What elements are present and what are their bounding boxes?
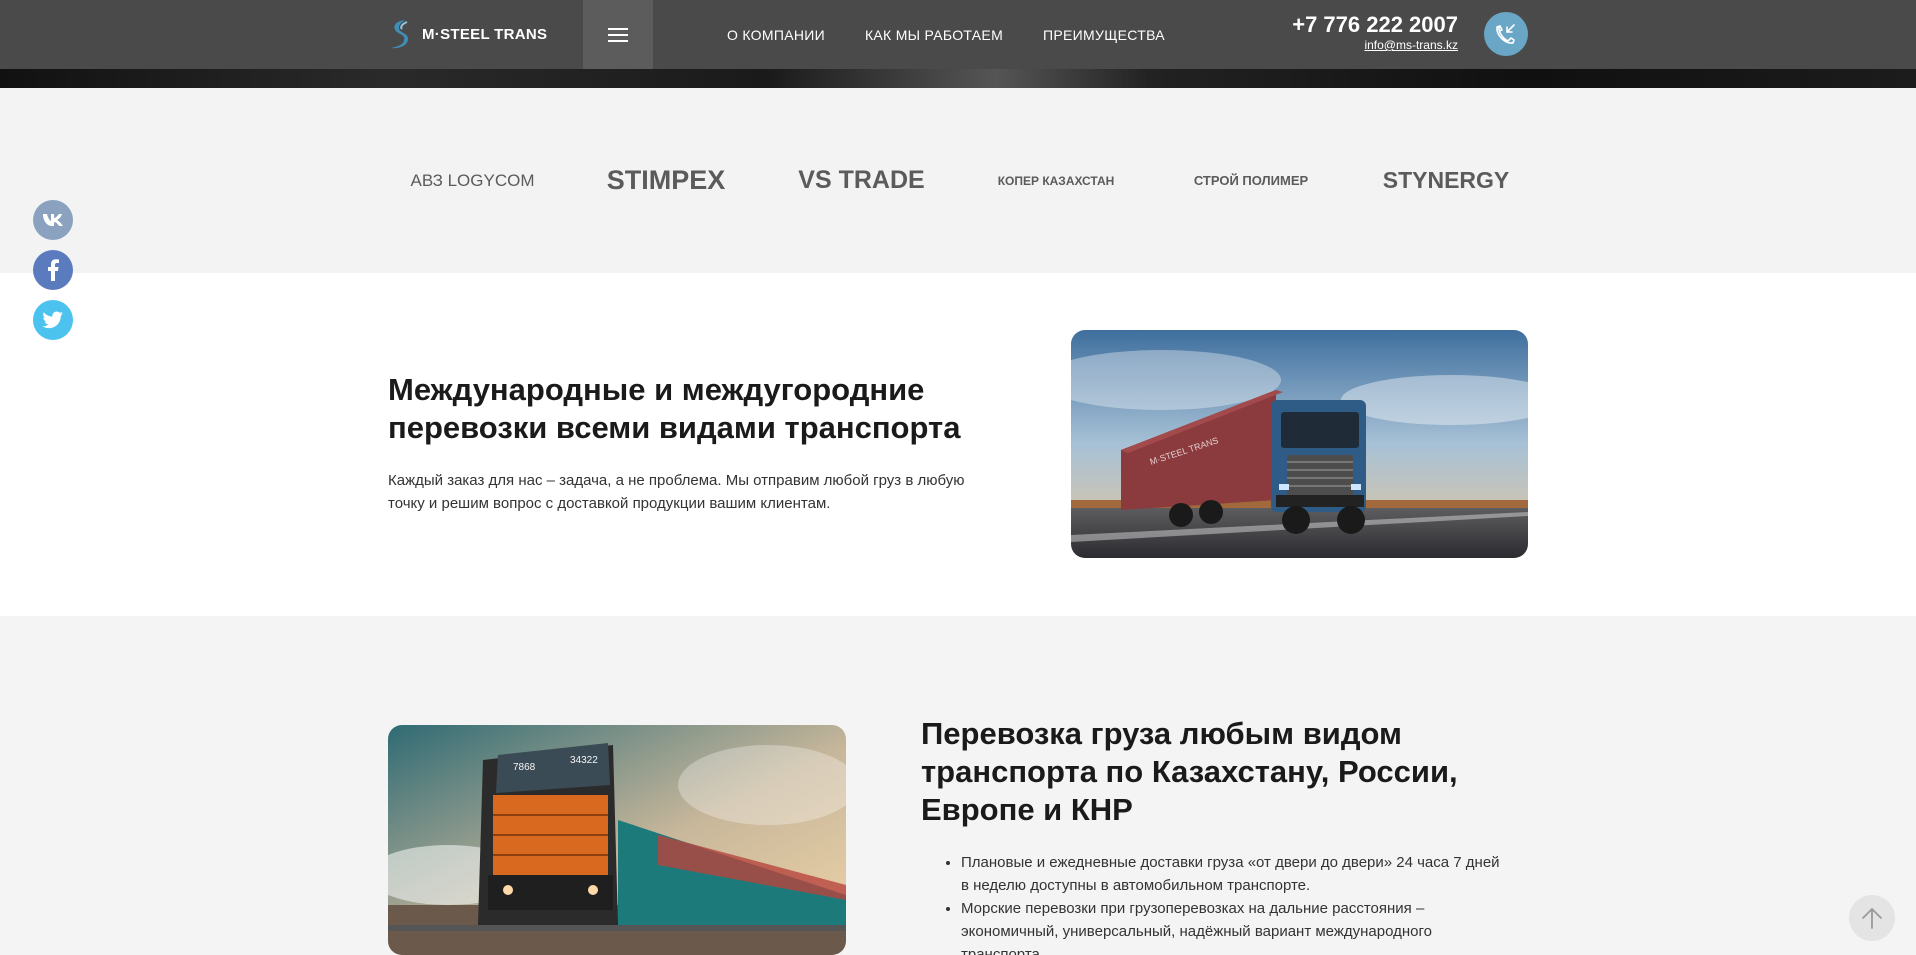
nav-item-about[interactable]: О КОМПАНИИ bbox=[727, 27, 825, 43]
email-link[interactable]: info@ms-trans.kz bbox=[1292, 37, 1458, 53]
partner-logo: VS TRADE bbox=[798, 166, 925, 194]
section-title: Международные и междугородние перевозки … bbox=[388, 372, 961, 445]
nav-item-how-we-work[interactable]: КАК МЫ РАБОТАЕМ bbox=[865, 27, 1003, 43]
site-header: M·STEEL TRANS О КОМПАНИИ КАК МЫ РАБОТАЕМ… bbox=[0, 0, 1916, 69]
phone-callback-icon[interactable] bbox=[1484, 12, 1528, 56]
section-text: Каждый заказ для нас – задача, а не проб… bbox=[388, 472, 965, 512]
train-image: 7868 34322 bbox=[388, 725, 846, 955]
benefits-list: Плановые и ежедневные доставки груза «от… bbox=[921, 851, 1501, 955]
logo[interactable]: M·STEEL TRANS bbox=[388, 17, 547, 51]
list-item: Плановые и ежедневные доставки груза «от… bbox=[961, 851, 1501, 897]
hamburger-icon[interactable] bbox=[583, 0, 653, 69]
truck-image: M·STEEL TRANS bbox=[1071, 330, 1528, 558]
facebook-icon[interactable] bbox=[33, 250, 73, 290]
vk-icon[interactable] bbox=[33, 200, 73, 240]
arrow-up-icon[interactable] bbox=[1849, 895, 1895, 941]
loco-number-right: 34322 bbox=[570, 755, 598, 766]
phone-number[interactable]: +7 776 222 2007 bbox=[1292, 13, 1458, 37]
partner-logo: КОПЕР КАЗАХСТАН bbox=[997, 173, 1115, 188]
logo-icon bbox=[391, 20, 408, 49]
partner-logo: АВЗ LOGYCOM bbox=[410, 170, 535, 190]
loco-number-left: 7868 bbox=[513, 762, 536, 773]
partner-logo: STYNERGY bbox=[1382, 167, 1510, 193]
header-contacts: +7 776 222 2007 info@ms-trans.kz bbox=[1292, 13, 1458, 53]
partner-logo: STIMPEX bbox=[606, 165, 726, 195]
nav-item-advantages[interactable]: ПРЕИМУЩЕСТВА bbox=[1043, 27, 1165, 43]
logo-text: M·STEEL TRANS bbox=[422, 25, 548, 43]
main-nav: О КОМПАНИИ КАК МЫ РАБОТАЕМ ПРЕИМУЩЕСТВА bbox=[727, 0, 1165, 69]
section-cargo-transport: 7868 34322 Перевозка груза любым видом т… bbox=[0, 616, 1916, 955]
list-item: Морские перевозки при грузоперевозках на… bbox=[961, 897, 1501, 955]
twitter-icon[interactable] bbox=[33, 300, 73, 340]
partners-strip: АВЗ LOGYCOM STIMPEX VS TRADE КОПЕР КАЗАХ… bbox=[0, 88, 1916, 273]
partner-logo: СТРОЙ ПОЛИМЕР bbox=[1193, 173, 1309, 188]
hero-image-edge bbox=[0, 69, 1916, 88]
section-international-transport: Международные и междугородние перевозки … bbox=[0, 273, 1916, 616]
section-title: Перевозка груза любым видом транспорта п… bbox=[921, 716, 1458, 827]
